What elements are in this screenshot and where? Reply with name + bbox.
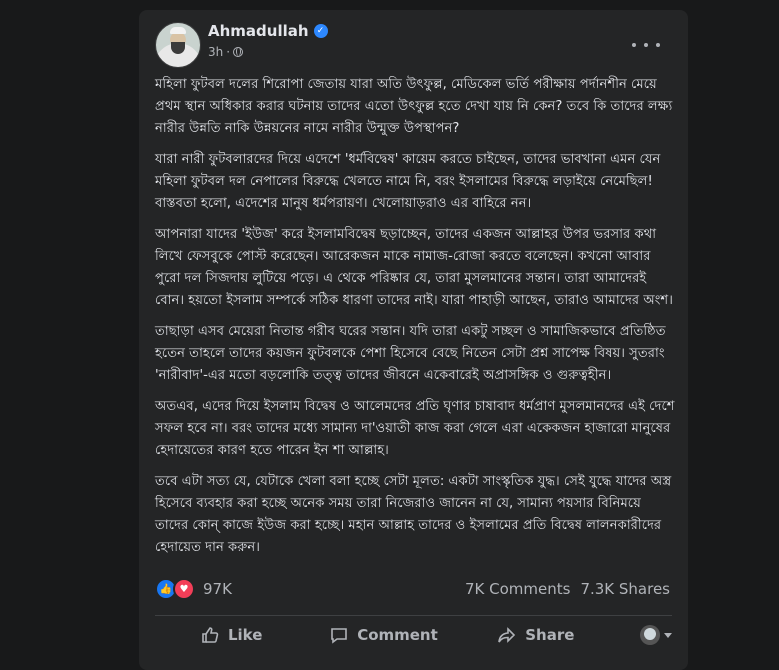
comment-label: Comment [357,626,438,644]
author-name[interactable]: Ahmadullah [208,22,309,40]
comment-icon [331,628,347,644]
author-name-row: Ahmadullah ✓ [208,22,328,40]
post-paragraph: মহিলা ফুটবল দলের শিরোপা জেতায় যারা অতি … [155,77,673,136]
share-label: Share [525,626,575,644]
post-time[interactable]: 3h [208,45,223,59]
love-reaction-icon: ♥ [173,578,195,600]
actions-divider [155,615,672,616]
like-label: Like [227,626,263,644]
share-button[interactable]: Share [460,625,612,645]
verified-badge-icon: ✓ [313,24,328,38]
globe-icon[interactable] [233,47,244,57]
avatar-beard [171,42,185,54]
meta-separator: · [226,45,231,59]
shares-count[interactable]: 7.3K Shares [580,580,670,598]
post-paragraph: তবে এটা সত্য যে, যেটাকে খেলা বলা হচ্ছে স… [155,474,672,555]
avatar-cap [170,27,186,34]
post-meta: 3h · [208,45,244,59]
dot-icon [632,43,636,47]
like-button[interactable]: Like [155,625,307,645]
post-card: Ahmadullah ✓ 3h · মহিলা ফুটবল দলের শিরোপ… [139,10,688,670]
dot-icon [656,43,660,47]
post-paragraph: আপনারা যাদের 'ইউজ' করে ইসলামবিদ্বেষ ছড়া… [155,227,673,308]
reaction-profile-selector[interactable] [612,625,672,645]
comment-button[interactable]: Comment [307,625,459,645]
profile-avatar [639,625,660,645]
post-stats: 7K Comments 7.3K Shares [465,580,670,598]
reactions-count[interactable]: 97K [203,580,232,598]
post-header: Ahmadullah ✓ 3h · [155,22,672,68]
more-options-icon[interactable] [632,38,660,52]
chevron-down-icon [663,632,672,638]
post-paragraph: যারা নারী ফুটবলারদের দিয়ে এদেশে 'ধর্মবি… [155,152,661,211]
thumbs-up-icon [202,627,219,643]
post-paragraph: অতএব, এদের দিয়ে ইসলাম বিদ্বেষ ও আলেমদের… [155,399,675,458]
author-avatar[interactable] [155,22,201,68]
post-body: মহিলা ফুটবল দলের শিরোপা জেতায় যারা অতি … [155,74,675,568]
post-actions: Like Comment Share [155,620,672,650]
share-icon [498,627,516,643]
comments-count[interactable]: 7K Comments [465,580,570,598]
dot-icon [644,43,648,47]
reactions-summary[interactable]: 👍 ♥ 97K [155,578,232,600]
post-paragraph: তাছাড়া এসব মেয়েরা নিতান্ত গরীব ঘরের সন… [155,324,666,383]
